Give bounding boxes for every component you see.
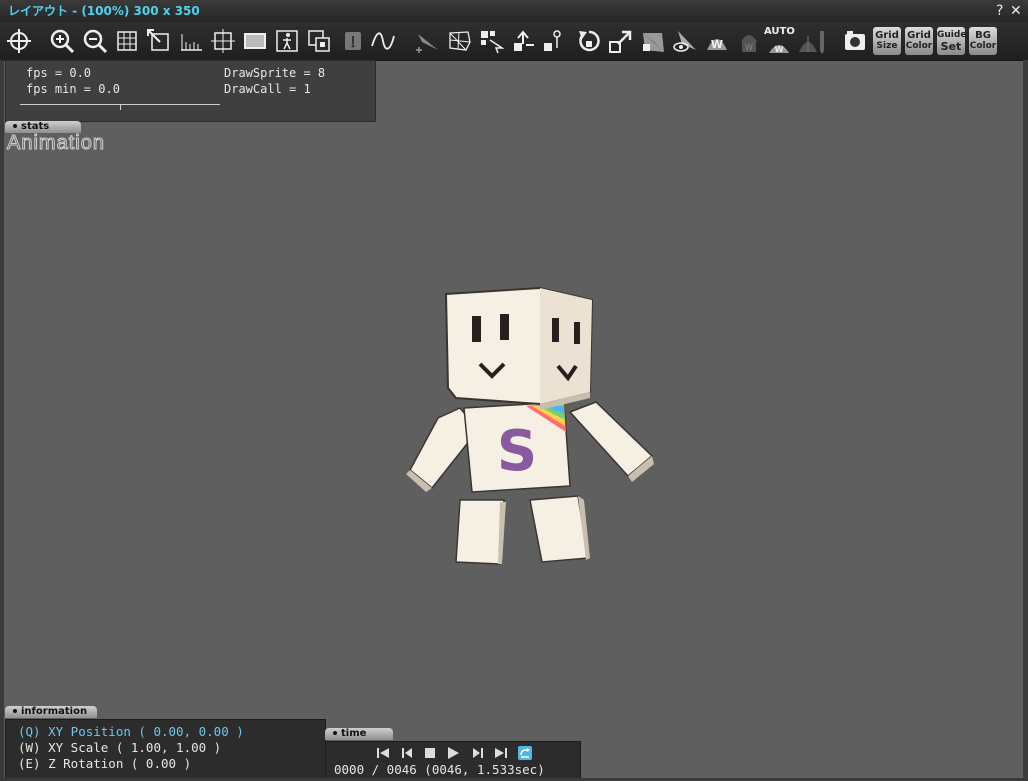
- fps-min-readout: fps min = 0.0: [26, 82, 120, 96]
- grid-size-label-2: Size: [876, 41, 898, 51]
- play-icon[interactable]: [444, 745, 462, 761]
- bg-color-button[interactable]: BG Color: [969, 27, 997, 55]
- pivot-lock-icon[interactable]: [538, 24, 568, 58]
- grid-size-label-1: Grid: [875, 30, 899, 41]
- stop-icon[interactable]: [421, 745, 439, 761]
- frame-icon[interactable]: [240, 24, 270, 58]
- crosshair-icon[interactable]: [4, 24, 34, 58]
- auto-label: AUTO: [764, 26, 795, 37]
- information-tab-label: information: [21, 706, 88, 717]
- bg-color-label-1: BG: [975, 30, 991, 41]
- ruler-icon[interactable]: [176, 24, 206, 58]
- time-tab-label: time: [341, 728, 367, 739]
- zoom-out-icon[interactable]: [80, 24, 110, 58]
- stats-tab-dot-icon: [13, 124, 17, 128]
- xy-scale-readout[interactable]: (W) XY Scale ( 1.00, 1.00 ): [18, 740, 221, 755]
- scale-icon[interactable]: [606, 24, 636, 58]
- pin-icon[interactable]: [338, 24, 368, 58]
- lock-move-icon[interactable]: [508, 24, 538, 58]
- close-button[interactable]: ✕: [1010, 0, 1022, 22]
- svg-text:W: W: [745, 43, 753, 52]
- xy-position-readout[interactable]: (Q) XY Position ( 0.00, 0.00 ): [18, 724, 244, 739]
- weight-icon[interactable]: W: [702, 24, 732, 58]
- fps-readout: fps = 0.0: [26, 66, 92, 80]
- prev-frame-icon[interactable]: [398, 745, 416, 761]
- guide-set-button[interactable]: Guide Set: [937, 27, 966, 55]
- grid-size-button[interactable]: Grid Size: [873, 27, 901, 55]
- information-panel: (Q) XY Position ( 0.00, 0.00 ) (W) XY Sc…: [5, 719, 326, 781]
- right-leg: [529, 495, 590, 563]
- left-eye: [472, 316, 481, 342]
- anchor-frame-icon[interactable]: [208, 24, 238, 58]
- svg-text:W: W: [711, 38, 723, 51]
- bg-color-label-2: Color: [969, 41, 997, 51]
- fps-graph-tick: [120, 104, 121, 110]
- left-border: [0, 60, 4, 781]
- last-frame-icon[interactable]: [492, 745, 510, 761]
- first-frame-icon[interactable]: [374, 745, 392, 761]
- left-leg: [455, 499, 506, 565]
- window-title: レイアウト - (100%) 300 x 350: [8, 4, 200, 18]
- curve-icon[interactable]: [368, 24, 398, 58]
- overlay-icon[interactable]: [304, 24, 334, 58]
- weight-lock-icon[interactable]: W: [734, 24, 764, 58]
- time-tab-dot-icon: [333, 731, 337, 735]
- stats-tab-label: stats: [21, 121, 50, 132]
- information-tab-dot-icon: [13, 709, 17, 713]
- walk-icon[interactable]: [272, 24, 302, 58]
- grid-color-label-1: Grid: [907, 30, 931, 41]
- mesh-icon[interactable]: [444, 24, 474, 58]
- draw-call-readout: DrawCall = 1: [224, 82, 311, 96]
- uv-lock-icon[interactable]: [638, 24, 668, 58]
- head: [444, 286, 594, 410]
- zoom-in-icon[interactable]: [47, 24, 77, 58]
- frame-readout: 0000 / 0046 (0046, 1.533sec): [334, 762, 545, 777]
- right-arm: [568, 401, 654, 482]
- middle-eye: [500, 314, 509, 340]
- fit-icon[interactable]: [144, 24, 174, 58]
- stats-panel: fps = 0.0 fps min = 0.0 DrawSprite = 8 D…: [5, 60, 376, 122]
- character-preview[interactable]: S: [400, 280, 660, 570]
- right-eye-2: [574, 322, 580, 344]
- z-rotation-readout[interactable]: (E) Z Rotation ( 0.00 ): [18, 756, 191, 771]
- torso-letter: S: [497, 419, 537, 484]
- auto-weight-button[interactable]: AUTO W: [764, 26, 795, 56]
- grid-icon[interactable]: [112, 24, 142, 58]
- information-tab[interactable]: information: [5, 706, 97, 718]
- toolbar: W W AUTO W Grid Size Grid Color Guide Se…: [0, 22, 1028, 61]
- help-button[interactable]: ?: [996, 0, 1003, 22]
- grid-color-label-2: Color: [905, 41, 933, 51]
- grid-color-button[interactable]: Grid Color: [905, 27, 933, 55]
- mode-label: Animation: [7, 132, 105, 155]
- auto-sub-label: W: [775, 45, 784, 53]
- rotate-icon[interactable]: [574, 24, 604, 58]
- eye-icon[interactable]: [670, 24, 700, 58]
- next-frame-icon[interactable]: [469, 745, 487, 761]
- draw-sprite-readout: DrawSprite = 8: [224, 66, 326, 80]
- title-bar: レイアウト - (100%) 300 x 350 ? ✕: [0, 0, 1028, 22]
- right-border: [1023, 60, 1028, 781]
- loop-icon[interactable]: [516, 745, 534, 761]
- time-tab[interactable]: time: [325, 728, 393, 740]
- mesh-select-icon[interactable]: [476, 24, 506, 58]
- time-panel: 0000 / 0046 (0046, 1.533sec): [325, 741, 581, 781]
- bone-icon[interactable]: [412, 24, 442, 58]
- torso: S: [463, 401, 571, 493]
- screenshot-icon[interactable]: [840, 24, 870, 58]
- right-eye-1: [552, 318, 559, 342]
- guide-set-label-2: Set: [940, 40, 962, 53]
- layout-window: レイアウト - (100%) 300 x 350 ? ✕ W W AUTO W …: [0, 0, 1028, 781]
